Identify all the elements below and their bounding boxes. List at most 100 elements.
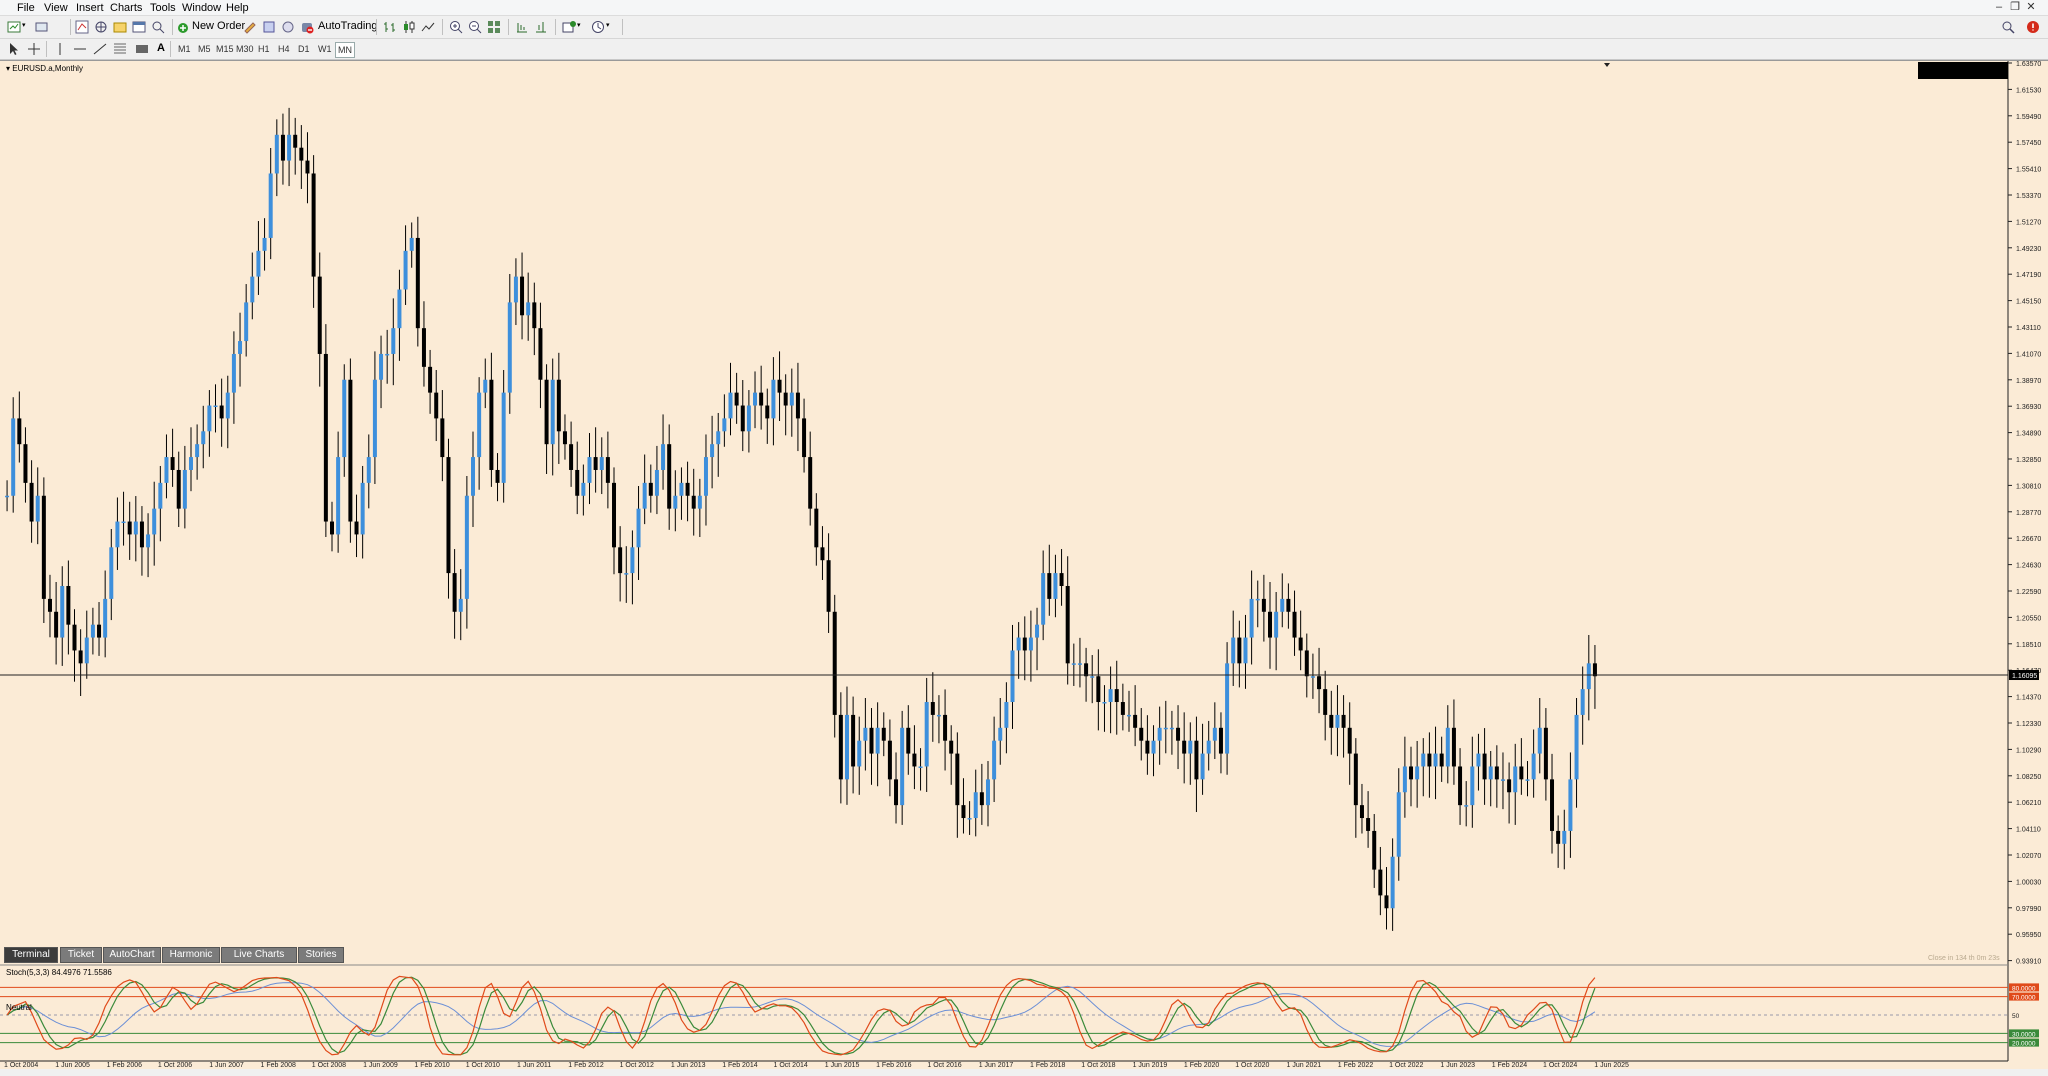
close-icon[interactable]: ✕ <box>2024 1 2038 14</box>
strategy-tester-icon[interactable] <box>150 19 166 35</box>
indicators-icon[interactable] <box>561 19 577 35</box>
timeframe-m5[interactable]: M5 <box>196 42 213 56</box>
navigator-icon[interactable] <box>93 19 109 35</box>
price-label: 1.41070 <box>2016 351 2041 358</box>
candle-body <box>857 740 862 767</box>
trendline-icon[interactable] <box>92 41 108 57</box>
text-label-icon[interactable] <box>134 41 150 57</box>
timeframe-h4[interactable]: H4 <box>276 42 292 56</box>
tab-terminal[interactable]: Terminal <box>4 947 58 963</box>
candle-body <box>213 405 218 408</box>
candle-body <box>1304 650 1309 677</box>
menu-insert[interactable]: Insert <box>76 2 104 14</box>
candle-body <box>722 418 727 432</box>
data-window-icon[interactable] <box>112 19 128 35</box>
fibonacci-icon[interactable] <box>112 41 128 57</box>
menu-window[interactable]: Window <box>182 2 221 14</box>
tab-stories[interactable]: Stories <box>298 947 344 963</box>
candle-body <box>103 598 108 638</box>
autotrading-icon[interactable] <box>299 19 315 35</box>
auto-scroll-icon[interactable] <box>514 19 530 35</box>
zoom-out-icon[interactable] <box>467 19 483 35</box>
text-tool-icon[interactable]: A <box>157 42 165 54</box>
candle-body <box>78 650 83 664</box>
candle-body <box>1353 753 1358 806</box>
timeframe-m15[interactable]: M15 <box>214 42 236 56</box>
market-icon[interactable] <box>280 19 296 35</box>
candlestick-icon[interactable] <box>401 19 417 35</box>
dropdown-arrow-icon[interactable]: ▾ <box>577 21 581 29</box>
candle-body <box>84 637 89 664</box>
zoom-in-icon[interactable] <box>448 19 464 35</box>
tab-autochart[interactable]: AutoChart <box>103 947 161 963</box>
cursor-icon[interactable] <box>6 41 22 57</box>
menu-help[interactable]: Help <box>226 2 249 14</box>
new-order-icon[interactable] <box>176 19 192 35</box>
chart-window[interactable]: 1.63570 1.61530 1.59490 1.57450 1.55410 1.533… <box>0 60 2048 1069</box>
profiles-icon[interactable] <box>34 19 50 35</box>
candle-body <box>587 457 592 483</box>
tile-windows-icon[interactable] <box>486 19 502 35</box>
candle-body <box>814 508 819 548</box>
line-chart-icon[interactable] <box>420 19 436 35</box>
terminal-icon[interactable] <box>131 19 147 35</box>
tab-harmonic[interactable]: Harmonic <box>162 947 220 963</box>
date-label: 1 Oct 2022 <box>1389 1062 1423 1069</box>
timeframe-m30[interactable]: M30 <box>234 42 256 56</box>
timeframe-m1[interactable]: M1 <box>176 42 193 56</box>
date-label: 1 Oct 2010 <box>466 1062 500 1069</box>
date-label: 1 Jun 2023 <box>1440 1062 1475 1069</box>
menu-view[interactable]: View <box>44 2 68 14</box>
candle-body <box>274 134 279 174</box>
crosshair-icon[interactable] <box>26 41 42 57</box>
candle-body <box>1041 573 1046 625</box>
timeframe-mn[interactable]: MN <box>335 42 355 58</box>
candle-body <box>691 495 696 509</box>
horizontal-line-icon[interactable] <box>72 41 88 57</box>
date-label: 1 Feb 2016 <box>876 1062 912 1069</box>
candle-body <box>992 740 997 780</box>
market-watch-icon[interactable] <box>74 19 90 35</box>
candle-body <box>280 134 285 161</box>
candle-body <box>943 714 948 741</box>
menu-file[interactable]: File <box>17 2 35 14</box>
restore-icon[interactable]: ❐ <box>2008 1 2022 14</box>
candle-body <box>967 818 972 820</box>
price-label: 1.20550 <box>2016 615 2041 622</box>
new-chart-icon[interactable] <box>6 19 22 35</box>
candle-body <box>783 392 788 406</box>
candle-body <box>1188 740 1193 754</box>
minimize-icon[interactable]: – <box>1992 1 2006 14</box>
price-chart[interactable]: 1.63570 1.61530 1.59490 1.57450 1.55410 1.533… <box>0 61 2048 1069</box>
new-order-button[interactable]: New Order <box>192 20 245 32</box>
candle-body <box>1470 766 1475 806</box>
level-label: 80.0000 <box>2012 985 2036 992</box>
periods-icon[interactable] <box>590 19 606 35</box>
vertical-line-icon[interactable] <box>52 41 68 57</box>
dropdown-arrow-icon[interactable]: ▾ <box>606 21 610 29</box>
candle-body <box>464 495 469 599</box>
candle-body <box>1562 830 1567 844</box>
date-label: 1 Oct 2020 <box>1235 1062 1269 1069</box>
candle-body <box>900 727 905 806</box>
tab-ticket[interactable]: Ticket <box>60 947 102 963</box>
timeframe-h1[interactable]: H1 <box>256 42 272 56</box>
bar-chart-icon[interactable] <box>382 19 398 35</box>
menu-charts[interactable]: Charts <box>110 2 142 14</box>
autotrading-button[interactable]: AutoTrading <box>318 20 378 32</box>
candle-body <box>1077 663 1082 665</box>
menu-tools[interactable]: Tools <box>150 2 176 14</box>
candle-body <box>1359 805 1364 819</box>
notification-icon[interactable] <box>2025 19 2041 35</box>
chart-shift-icon[interactable] <box>533 19 549 35</box>
search-icon[interactable] <box>2000 19 2016 35</box>
dropdown-arrow-icon[interactable]: ▾ <box>22 21 26 29</box>
candle-body <box>667 444 672 509</box>
timeframe-w1[interactable]: W1 <box>316 42 334 56</box>
signals-icon[interactable] <box>261 19 277 35</box>
candle-body <box>428 366 433 393</box>
timeframe-d1[interactable]: D1 <box>296 42 312 56</box>
metaeditor-icon[interactable] <box>242 19 258 35</box>
candle-body <box>1139 727 1144 741</box>
tab-live-charts[interactable]: Live Charts <box>221 947 297 963</box>
